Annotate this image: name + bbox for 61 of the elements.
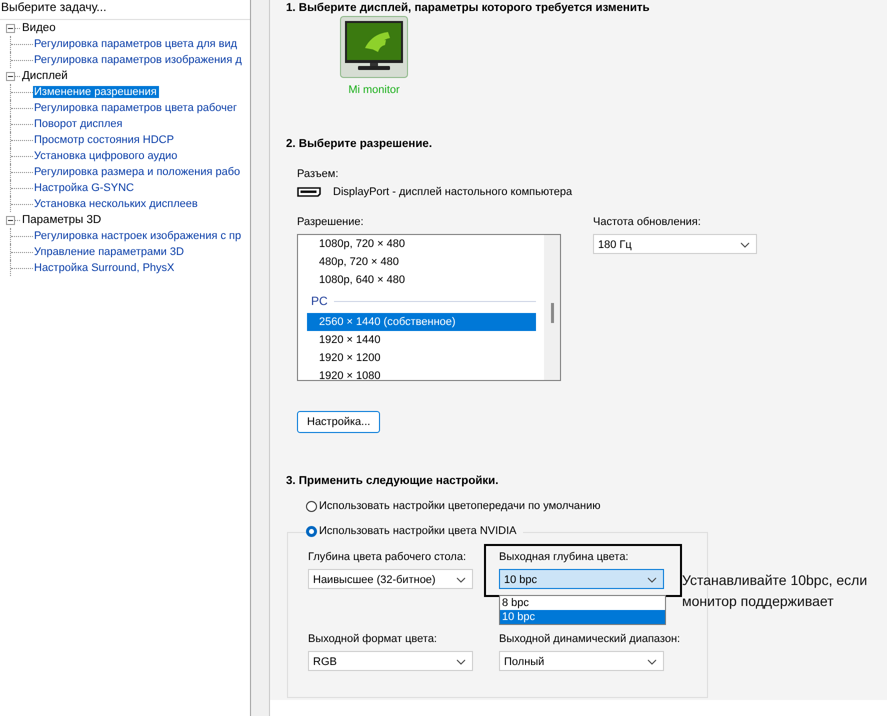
chevron-icon (456, 577, 466, 583)
resolution-option[interactable]: 1920 × 1080 (307, 367, 536, 385)
chevron-icon (456, 659, 466, 665)
tree-item[interactable]: Установка цифрового аудио (33, 150, 180, 162)
dynamic-range-dropdown[interactable]: Полный (499, 651, 664, 671)
tree-category[interactable]: Параметры 3D (22, 214, 102, 226)
group-header: PC (311, 294, 328, 308)
dropdown-option[interactable]: 8 bpc (500, 596, 665, 610)
tree-category[interactable]: Видео (22, 22, 56, 34)
radio-button[interactable] (306, 500, 317, 512)
radio-option[interactable]: Использовать настройки цвета NVIDIA (306, 525, 523, 537)
tree-item[interactable]: Поворот дисплея (33, 118, 124, 130)
tree-category[interactable]: Дисплей (22, 70, 68, 82)
collapse-icon[interactable] (6, 216, 15, 224)
refresh-rate-dropdown[interactable]: 180 Гц (593, 234, 757, 254)
field-label: Разъем: (297, 168, 340, 180)
tree-item[interactable]: Регулировка настроек изображения с пр (33, 230, 244, 242)
tree-item[interactable]: Управление параметрами 3D (33, 246, 186, 258)
tree-item[interactable]: Регулировка параметров цвета для вид (33, 38, 240, 50)
resolution-option[interactable]: 480p, 720 × 480 (307, 253, 536, 271)
radio-button[interactable] (306, 526, 317, 536)
collapse-icon[interactable] (6, 24, 15, 32)
tree-item[interactable]: Регулировка размера и положения рабо (33, 166, 242, 178)
resolution-option[interactable]: 2560 × 1440 (собственное) (307, 313, 536, 331)
field-label: Разрешение: (297, 216, 365, 228)
resolution-option[interactable]: 1080p, 640 × 480 (307, 271, 536, 289)
tree-item[interactable]: Просмотр состояния HDCP (33, 134, 176, 146)
panel-title: Выберите задачу... (0, 0, 250, 20)
color-format-dropdown[interactable]: RGB (308, 651, 473, 671)
chevron-icon (647, 659, 657, 665)
scrollbar-thumb[interactable] (551, 303, 554, 323)
tree-item[interactable]: Установка нескольких дисплеев (33, 198, 200, 210)
field-label: Глубина цвета рабочего стола: (308, 551, 468, 563)
port-icon (297, 187, 321, 197)
monitor-name: Mi monitor (348, 84, 400, 96)
tree-item[interactable]: Регулировка параметров изображения д (33, 54, 244, 66)
color-depth-dropdown[interactable]: Наивысшее (32-битное) (308, 569, 473, 589)
dropdown-option[interactable]: 10 bpc (500, 610, 665, 624)
connector-text: DisplayPort - дисплей настольного компьютера (333, 186, 572, 198)
chevron-icon (740, 242, 750, 248)
radio-option[interactable]: Использовать настройки цветопередачи по умолчанию (306, 500, 887, 512)
tree-item[interactable]: Настройка Surround, PhysX (33, 262, 176, 274)
section-heading: 1. Выберите дисплей, параметры которого требуется изменить (286, 1, 651, 14)
tree-item[interactable]: Изменение разрешения (33, 86, 159, 98)
field-label: Выходной формат цвета: (308, 633, 438, 645)
tree-item[interactable]: Регулировка параметров цвета рабочег (33, 102, 240, 114)
monitor-icon[interactable] (340, 16, 408, 78)
resolution-option[interactable]: 1920 × 1200 (307, 349, 536, 367)
collapse-icon[interactable] (6, 72, 15, 80)
field-label: Выходная глубина цвета: (499, 551, 630, 563)
customize-button[interactable]: Настройка... (297, 411, 380, 433)
field-label: Выходной динамический диапазон: (499, 633, 677, 645)
resolution-option[interactable]: 1080p, 720 × 480 (307, 235, 536, 253)
output-depth-dropdown[interactable]: 10 bpc (499, 569, 664, 589)
field-label: Частота обновления: (593, 216, 702, 228)
chevron-icon (647, 577, 657, 583)
annotation-text: Устанавливайте 10bpc, если монитор поддерживает (682, 571, 868, 611)
section-heading: 3. Применить следующие настройки. (286, 475, 500, 487)
tree-item[interactable]: Настройка G-SYNC (33, 182, 136, 194)
section-heading: 2. Выберите разрешение. (286, 138, 434, 150)
resolution-option[interactable]: 1920 × 1440 (307, 331, 536, 349)
